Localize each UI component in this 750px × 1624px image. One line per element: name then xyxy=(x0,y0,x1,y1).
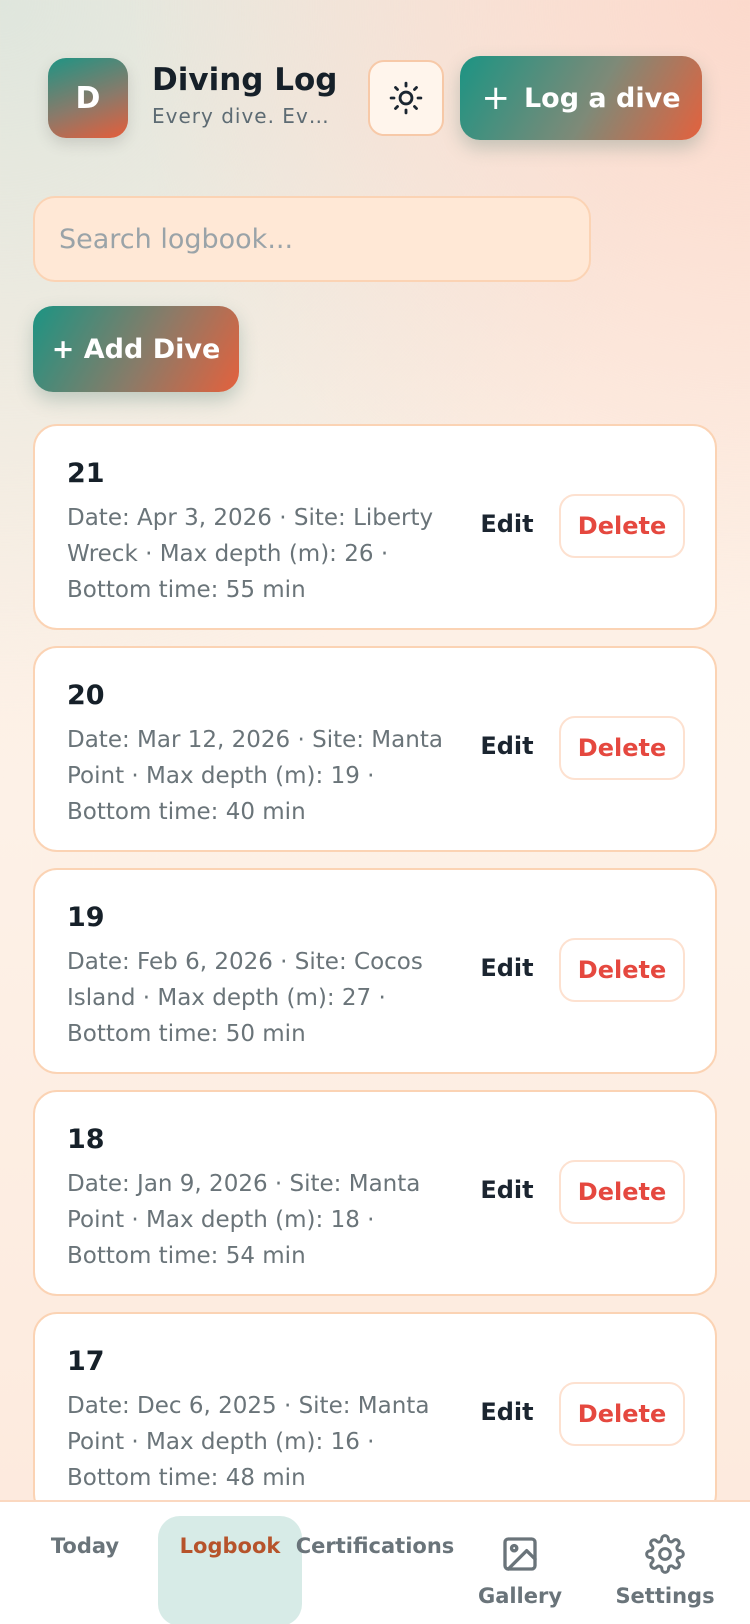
app-subtitle: Every dive. Every detail. xyxy=(152,104,342,128)
delete-button[interactable]: Delete xyxy=(559,494,685,558)
tab-label: Logbook xyxy=(179,1534,281,1558)
tab-gallery[interactable]: Gallery xyxy=(470,1502,570,1624)
tab-label: Settings xyxy=(615,1584,715,1608)
tab-settings[interactable]: Settings xyxy=(610,1502,720,1624)
app-logo: D xyxy=(48,58,128,138)
dive-list: 21 Date: Apr 3, 2026 · Site: Liberty Wre… xyxy=(33,424,717,1534)
dive-number: 18 xyxy=(67,1124,105,1155)
edit-button[interactable]: Edit xyxy=(467,1160,547,1220)
app-header: D Diving Log Every dive. Every detail. +… xyxy=(0,0,750,190)
dive-details: Date: Feb 6, 2026 · Site: Cocos Island ·… xyxy=(67,949,423,1047)
dive-card: 18 Date: Jan 9, 2026 · Site: Manta Point… xyxy=(33,1090,717,1296)
dive-details: Date: Dec 6, 2025 · Site: Manta Point · … xyxy=(67,1393,430,1491)
plus-icon: + xyxy=(481,78,510,118)
dive-card: 17 Date: Dec 6, 2025 · Site: Manta Point… xyxy=(33,1312,717,1518)
edit-button[interactable]: Edit xyxy=(467,716,547,776)
add-dive-button[interactable]: + Add Dive xyxy=(33,306,239,392)
bottom-tab-bar: Today Logbook Certifications Gallery Set… xyxy=(0,1500,750,1624)
gear-icon xyxy=(645,1534,685,1574)
dive-number: 20 xyxy=(67,680,105,711)
tab-certifications[interactable]: Certifications xyxy=(295,1502,455,1624)
tab-logbook[interactable]: Logbook xyxy=(158,1502,302,1624)
dive-details: Date: Mar 12, 2026 · Site: Manta Point ·… xyxy=(67,727,443,825)
search-box[interactable] xyxy=(33,196,591,282)
delete-button[interactable]: Delete xyxy=(559,1382,685,1446)
delete-button[interactable]: Delete xyxy=(559,716,685,780)
tab-today[interactable]: Today xyxy=(30,1502,140,1624)
dive-card: 21 Date: Apr 3, 2026 · Site: Liberty Wre… xyxy=(33,424,717,630)
dive-card: 19 Date: Feb 6, 2026 · Site: Cocos Islan… xyxy=(33,868,717,1074)
sun-icon xyxy=(389,81,423,115)
dive-details: Date: Jan 9, 2026 · Site: Manta Point · … xyxy=(67,1171,421,1269)
image-icon xyxy=(503,1537,537,1571)
dive-number: 21 xyxy=(67,458,105,489)
tab-label: Gallery xyxy=(477,1584,563,1608)
tab-label: Today xyxy=(50,1534,120,1558)
dive-details: Date: Apr 3, 2026 · Site: Liberty Wreck … xyxy=(67,505,434,603)
delete-button[interactable]: Delete xyxy=(559,1160,685,1224)
dive-card: 20 Date: Mar 12, 2026 · Site: Manta Poin… xyxy=(33,646,717,852)
log-a-dive-button[interactable]: + Log a dive xyxy=(460,56,702,140)
edit-button[interactable]: Edit xyxy=(467,1382,547,1442)
app-title: Diving Log xyxy=(152,62,338,98)
search-input[interactable] xyxy=(59,223,565,255)
dive-number: 17 xyxy=(67,1346,105,1377)
tab-label: Certifications xyxy=(295,1534,455,1558)
delete-button[interactable]: Delete xyxy=(559,938,685,1002)
theme-toggle-button[interactable] xyxy=(368,60,444,136)
edit-button[interactable]: Edit xyxy=(467,938,547,998)
edit-button[interactable]: Edit xyxy=(467,494,547,554)
dive-number: 19 xyxy=(67,902,105,933)
log-a-dive-label: Log a dive xyxy=(523,82,681,114)
